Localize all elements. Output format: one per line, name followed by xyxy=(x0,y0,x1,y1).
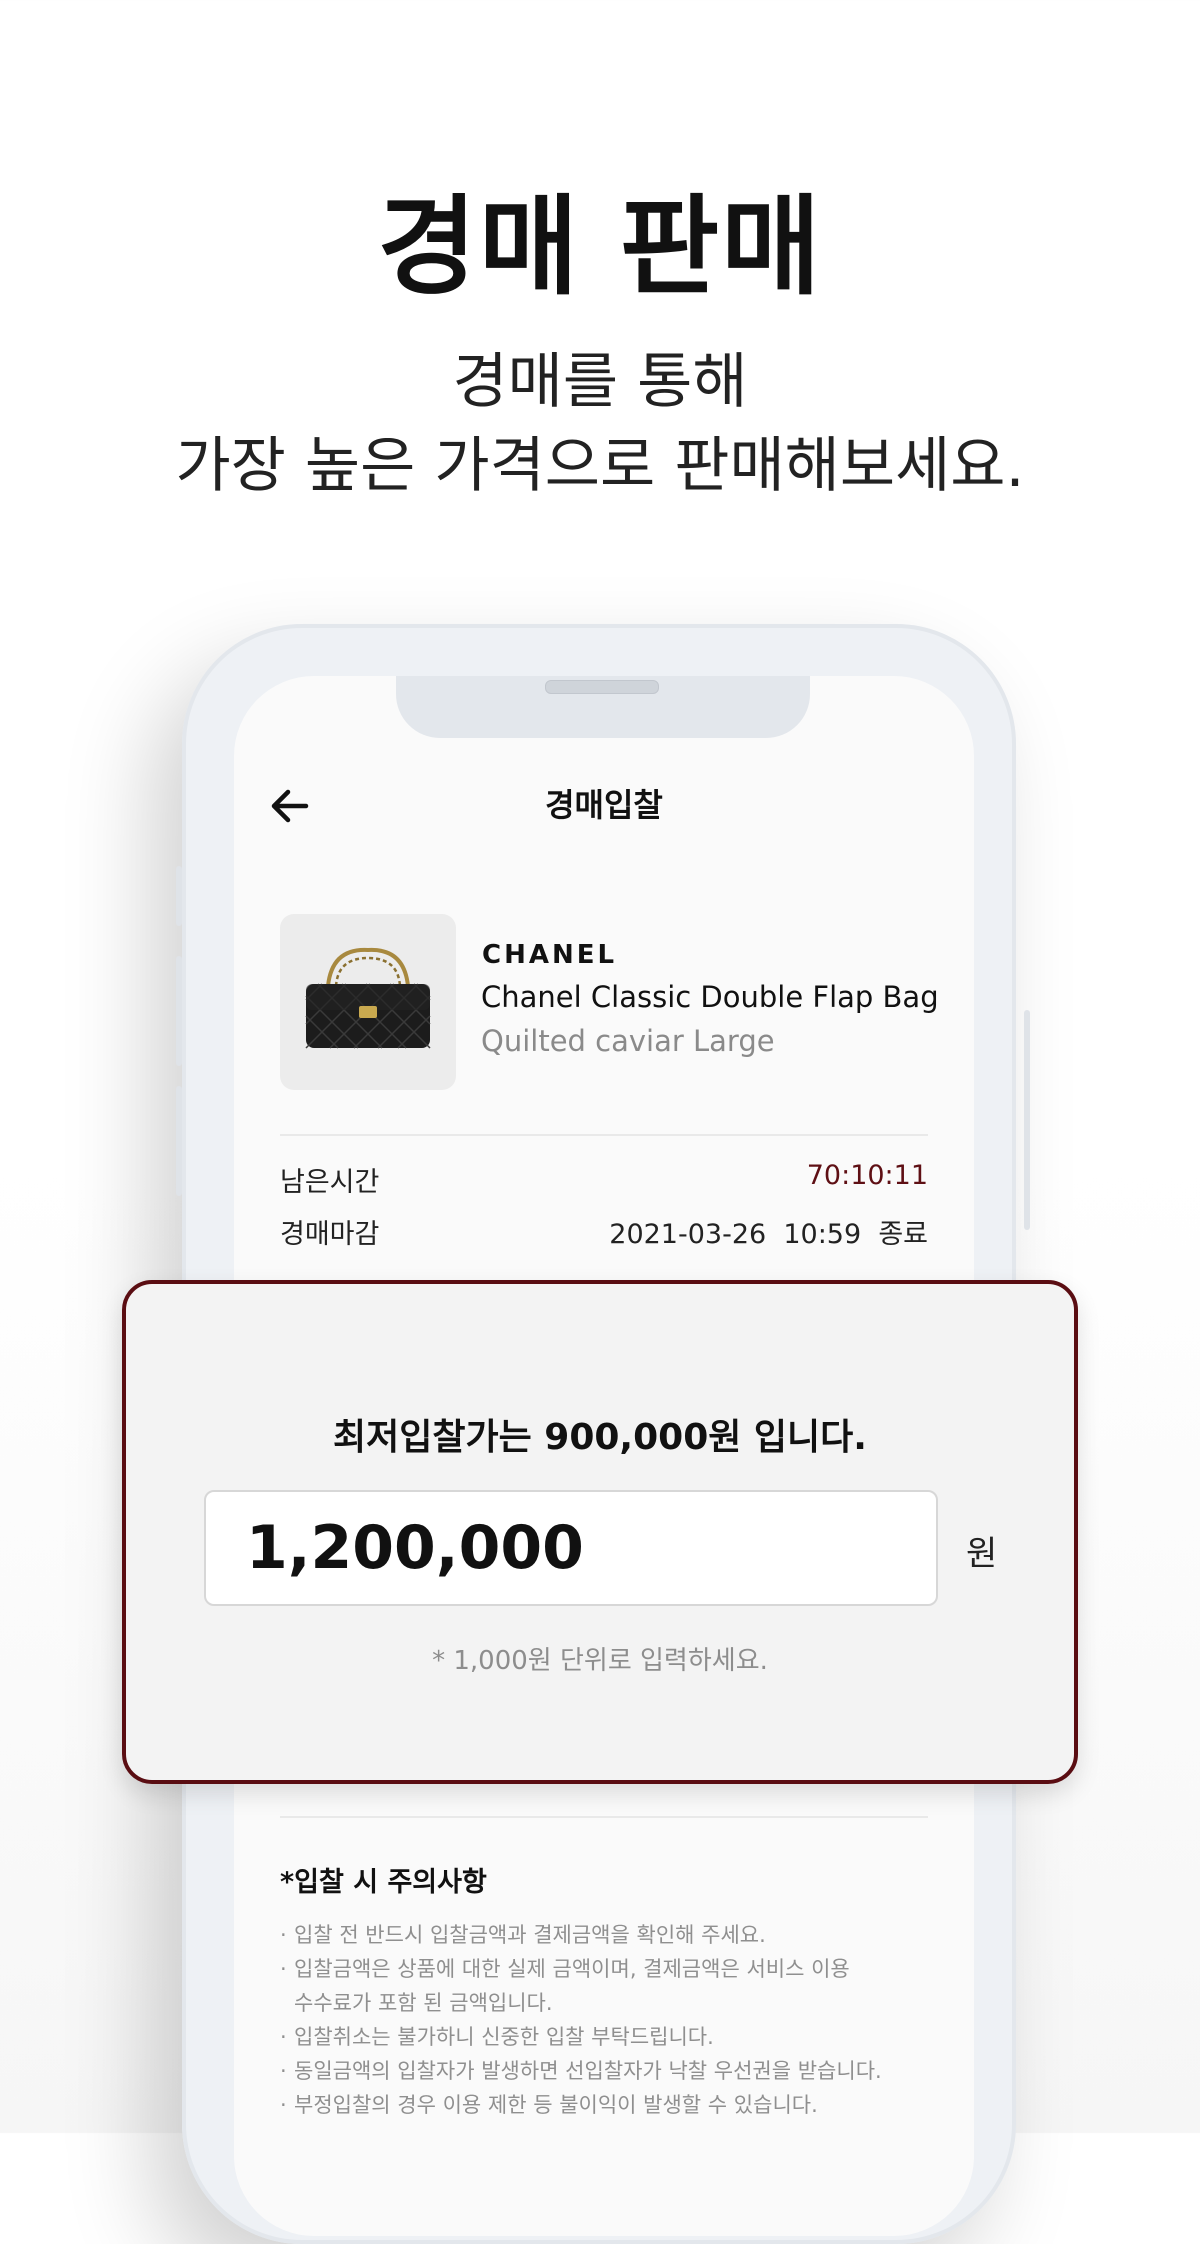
hero-subtitle: 경매를 통해 가장 높은 가격으로 판매해보세요. xyxy=(0,340,1200,508)
product-image xyxy=(280,914,456,1090)
caution-item: 입찰취소는 불가하니 신중한 입찰 부탁드립니다. xyxy=(280,2020,940,2054)
caution-list: 입찰 전 반드시 입찰금액과 결제금액을 확인해 주세요. 입찰금액은 상품에 … xyxy=(280,1918,940,2122)
phone-mute-switch xyxy=(176,866,182,926)
hero-subtitle-line-2: 가장 높은 가격으로 판매해보세요. xyxy=(175,431,1025,501)
caution-item: 부정입찰의 경우 이용 제한 등 불이익이 발생할 수 있습니다. xyxy=(280,2088,940,2122)
deadline-value: 2021-03-26 10:59 종료 xyxy=(609,1219,928,1250)
bid-amount-input[interactable]: 1,200,000 xyxy=(204,1490,938,1606)
product-variant: Quilted caviar Large xyxy=(481,1024,775,1058)
bid-card: 최저입찰가는 900,000원 입니다. 1,200,000 원 * 1,000… xyxy=(122,1280,1078,1784)
bid-hint: * 1,000원 단위로 입력하세요. xyxy=(432,1646,768,1676)
remaining-time-value: 70:10:11 xyxy=(806,1160,928,1191)
caution-title: *입찰 시 주의사항 xyxy=(280,1867,487,1898)
bid-unit-label: 원 xyxy=(966,1534,998,1574)
product-name: Chanel Classic Double Flap Bag xyxy=(481,980,939,1014)
caution-divider xyxy=(280,1816,928,1818)
remaining-time-label: 남은시간 xyxy=(280,1167,380,1198)
caution-item: 입찰 전 반드시 입찰금액과 결제금액을 확인해 주세요. xyxy=(280,1918,940,1952)
phone-volume-up xyxy=(176,956,182,1066)
phone-speaker xyxy=(545,680,659,694)
hero-title: 경매 판매 xyxy=(377,185,823,310)
minimum-bid-text: 최저입찰가는 900,000원 입니다. xyxy=(333,1417,867,1458)
hero-subtitle-line-1: 경매를 통해 xyxy=(452,347,748,417)
handbag-icon xyxy=(305,947,431,1049)
phone-volume-down xyxy=(176,1086,182,1196)
caution-item: 동일금액의 입찰자가 발생하면 선입찰자가 낙찰 우선권을 받습니다. xyxy=(280,2054,940,2088)
deadline-label: 경매마감 xyxy=(280,1219,380,1250)
caution-item: 입찰금액은 상품에 대한 실제 금액이며, 결제금액은 서비스 이용 수수료가 … xyxy=(280,1952,940,2020)
screen-title: 경매입찰 xyxy=(545,786,663,824)
product-brand: CHANEL xyxy=(482,940,618,970)
phone-power-button xyxy=(1024,1010,1030,1230)
product-divider xyxy=(280,1134,928,1136)
